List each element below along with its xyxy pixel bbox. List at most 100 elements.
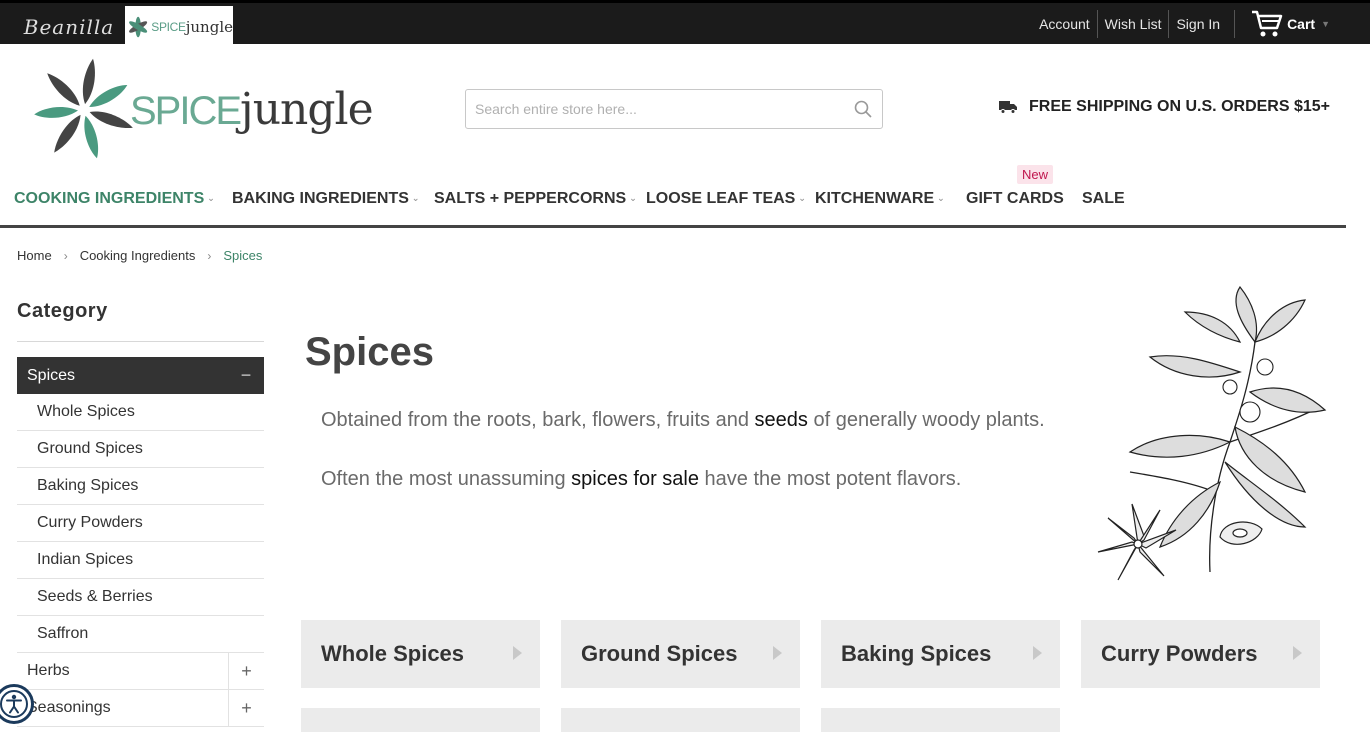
category-item-ground-spices[interactable]: Ground Spices	[17, 431, 264, 468]
nav-kitchenware[interactable]: KITCHENWARE ⌄	[815, 190, 945, 208]
truck-icon	[999, 101, 1018, 114]
nav-salts-peppercorns[interactable]: SALTS + PEPPERCORNS ⌄	[434, 190, 637, 208]
category-item-indian-spices[interactable]: Indian Spices	[17, 542, 264, 579]
category-label: Saffron	[37, 625, 89, 642]
chevron-right-icon: ›	[207, 248, 212, 263]
logo-jungle-text: jungle	[240, 84, 374, 135]
free-shipping-banner: FREE SHIPPING ON U.S. ORDERS $15+	[999, 98, 1330, 116]
nav-label: COOKING INGREDIENTS	[14, 190, 205, 207]
brand-tab-spice-text: SPICE	[151, 19, 186, 34]
breadcrumb-current: Spices	[223, 248, 263, 263]
category-label: Ground Spices	[37, 440, 143, 457]
description-text: have the most potent flavors.	[698, 468, 962, 490]
shipping-text: FREE SHIPPING ON U.S. ORDERS $15+	[1029, 98, 1330, 115]
page-title: Spices	[305, 330, 434, 374]
breadcrumb-home[interactable]: Home	[17, 248, 52, 263]
category-description: Obtained from the roots, bark, flowers, …	[321, 406, 1071, 524]
tile-whole-spices[interactable]: Whole Spices	[301, 620, 540, 688]
cart-button[interactable]: Cart ▼	[1251, 9, 1330, 39]
description-text: Obtained from the roots, bark, flowers, …	[321, 409, 755, 431]
description-text: Often the most unassuming	[321, 468, 572, 490]
account-link[interactable]: Account	[1032, 9, 1098, 38]
nav-label: GIFT CARDS	[966, 190, 1064, 207]
nav-baking-ingredients[interactable]: BAKING INGREDIENTS ⌄	[232, 190, 419, 208]
nav-sale[interactable]: SALE	[1082, 190, 1125, 208]
category-label: Seasonings	[27, 699, 111, 716]
spicejungle-brand-tab[interactable]: SPICE jungle	[125, 6, 233, 47]
beanilla-brand-label: Beanilla	[23, 14, 115, 39]
category-label: Spices	[27, 366, 76, 384]
star-anise-illustration	[1097, 285, 1327, 581]
category-label: Seeds & Berries	[37, 588, 153, 605]
category-item-whole-spices[interactable]: Whole Spices	[17, 394, 264, 431]
nav-label: SALE	[1082, 190, 1125, 207]
top-bar: Beanilla SPICE jungle Account Wish List S…	[0, 0, 1370, 47]
accessibility-icon[interactable]	[0, 684, 34, 724]
category-label: Indian Spices	[37, 551, 134, 568]
tile-partial[interactable]	[821, 708, 1060, 732]
search-input[interactable]	[466, 90, 836, 128]
arrow-right-icon	[1293, 646, 1302, 660]
logo-wordmark: SPICEjungle	[130, 84, 374, 135]
category-item-saffron[interactable]: Saffron	[17, 616, 264, 653]
chevron-right-icon: ›	[63, 248, 68, 263]
breadcrumb: Home › Cooking Ingredients › Spices	[17, 248, 262, 263]
tile-label: Ground Spices	[581, 641, 738, 666]
nav-loose-leaf-teas[interactable]: LOOSE LEAF TEAS ⌄	[646, 190, 806, 208]
arrow-right-icon	[1033, 646, 1042, 660]
description-text: of generally woody plants.	[807, 409, 1045, 431]
category-item-herbs[interactable]: Herbs +	[17, 652, 264, 690]
category-item-spices[interactable]: Spices −	[17, 357, 264, 394]
tile-partial[interactable]	[561, 708, 800, 732]
nav-label: BAKING INGREDIENTS	[232, 190, 409, 207]
arrow-right-icon	[513, 646, 522, 660]
category-divider	[17, 341, 264, 342]
nav-label: KITCHENWARE	[815, 190, 935, 207]
category-item-curry-powders[interactable]: Curry Powders	[17, 505, 264, 542]
category-heading: Category	[17, 300, 108, 322]
collapse-icon[interactable]: −	[228, 357, 264, 394]
beanilla-brand-tab[interactable]: Beanilla	[14, 6, 124, 47]
breadcrumb-cooking-ingredients[interactable]: Cooking Ingredients	[80, 248, 196, 263]
chevron-down-icon: ▼	[1321, 18, 1330, 29]
cart-icon	[1252, 10, 1283, 36]
chevron-down-icon: ⌄	[207, 193, 215, 204]
spicejungle-logo[interactable]: SPICEjungle	[32, 56, 374, 164]
tile-label: Curry Powders	[1101, 641, 1258, 666]
category-label: Baking Spices	[37, 477, 139, 494]
tile-ground-spices[interactable]: Ground Spices	[561, 620, 800, 688]
tile-label: Baking Spices	[841, 641, 992, 666]
nav-label: LOOSE LEAF TEAS	[646, 190, 796, 207]
nav-label: SALTS + PEPPERCORNS	[434, 190, 627, 207]
chevron-down-icon: ⌄	[937, 193, 945, 204]
logo-spice-text: SPICE	[130, 89, 242, 133]
seeds-link[interactable]: seeds	[755, 409, 808, 431]
nav-cooking-ingredients[interactable]: COOKING INGREDIENTS ⌄	[14, 190, 215, 208]
expand-icon[interactable]: +	[228, 652, 264, 690]
account-links: Account Wish List Sign In Cart ▼	[1032, 3, 1330, 44]
search-icon[interactable]	[854, 100, 872, 123]
category-item-baking-spices[interactable]: Baking Spices	[17, 468, 264, 505]
spicejungle-mini-logo-icon	[129, 16, 148, 37]
tile-partial[interactable]	[301, 708, 540, 732]
spices-for-sale-link[interactable]: spices for sale	[571, 468, 699, 490]
chevron-down-icon: ⌄	[411, 193, 420, 204]
wishlist-link[interactable]: Wish List	[1098, 9, 1170, 38]
expand-icon[interactable]: +	[228, 689, 264, 727]
chevron-down-icon: ⌄	[798, 193, 806, 204]
description-paragraph: Obtained from the roots, bark, flowers, …	[321, 406, 1071, 434]
cart-label: Cart	[1287, 15, 1316, 32]
nav-gift-cards[interactable]: GIFT CARDS	[966, 190, 1064, 208]
category-label: Herbs	[27, 662, 70, 679]
star-anise-logo-icon	[34, 58, 133, 159]
tile-baking-spices[interactable]: Baking Spices	[821, 620, 1060, 688]
category-item-seasonings[interactable]: Seasonings +	[17, 689, 264, 727]
category-label: Curry Powders	[37, 514, 143, 531]
tile-curry-powders[interactable]: Curry Powders	[1081, 620, 1320, 688]
search-box	[465, 89, 883, 129]
category-item-seeds-berries[interactable]: Seeds & Berries	[17, 579, 264, 616]
signin-link[interactable]: Sign In	[1169, 9, 1236, 38]
category-label: Whole Spices	[37, 403, 135, 420]
chevron-down-icon: ⌄	[629, 193, 637, 204]
brand-tab-jungle-text: jungle	[185, 17, 233, 36]
